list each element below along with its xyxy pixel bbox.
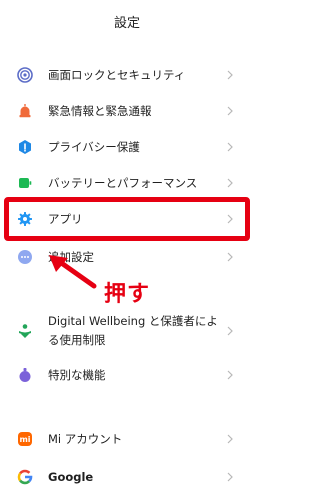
settings-item-lock-security[interactable]: 画面ロックとセキュリティ — [0, 60, 254, 90]
wellbeing-icon — [17, 323, 33, 339]
settings-item-label: アプリ — [48, 212, 83, 226]
special-features-icon — [17, 367, 33, 383]
settings-item-privacy[interactable]: プライバシー保護 — [0, 132, 254, 162]
settings-item-apps[interactable]: アプリ — [0, 204, 254, 234]
settings-item-google[interactable]: Google — [0, 462, 254, 492]
chevron-right-icon — [226, 251, 234, 263]
settings-item-emergency[interactable]: 緊急情報と緊急通報 — [0, 96, 254, 126]
settings-item-label: Google — [48, 470, 94, 484]
mi-icon-text: mi — [19, 435, 30, 444]
lock-icon — [17, 67, 33, 83]
chevron-right-icon — [226, 325, 234, 337]
settings-item-additional[interactable]: 追加設定 — [0, 242, 254, 272]
chevron-right-icon — [226, 69, 234, 81]
chevron-right-icon — [226, 105, 234, 117]
settings-item-digital-wellbeing[interactable]: Digital Wellbeing と保護者によ る使用制限 — [0, 310, 254, 352]
settings-item-label-line2: る使用制限 — [48, 333, 106, 347]
chevron-right-icon — [226, 433, 234, 445]
settings-item-label: Mi アカウント — [48, 432, 123, 446]
settings-item-mi-account[interactable]: mi Mi アカウント — [0, 424, 254, 454]
settings-item-label: Digital Wellbeing と保護者によ る使用制限 — [48, 312, 218, 350]
page-title: 設定 — [113, 16, 140, 31]
settings-item-label-line1: Digital Wellbeing と保護者によ — [48, 314, 218, 328]
chevron-right-icon — [226, 213, 234, 225]
annotation-arrow-icon — [49, 255, 97, 289]
battery-icon — [17, 175, 33, 191]
google-icon — [17, 469, 33, 485]
privacy-icon — [17, 139, 33, 155]
annotation-text: 押す — [104, 282, 151, 307]
more-icon — [17, 249, 33, 265]
chevron-right-icon — [226, 471, 234, 483]
settings-item-battery[interactable]: バッテリーとパフォーマンス — [0, 168, 254, 198]
gear-icon — [17, 211, 33, 227]
chevron-right-icon — [226, 177, 234, 189]
alarm-icon — [17, 103, 33, 119]
settings-item-label: 緊急情報と緊急通報 — [48, 104, 152, 118]
settings-item-label: バッテリーとパフォーマンス — [48, 176, 198, 190]
settings-item-label: プライバシー保護 — [48, 140, 140, 154]
chevron-right-icon — [226, 141, 234, 153]
chevron-right-icon — [226, 369, 234, 381]
settings-item-special-features[interactable]: 特別な機能 — [0, 360, 254, 390]
settings-item-label: 特別な機能 — [48, 368, 106, 382]
settings-item-label: 画面ロックとセキュリティ — [48, 68, 186, 82]
mi-icon: mi — [17, 431, 33, 447]
